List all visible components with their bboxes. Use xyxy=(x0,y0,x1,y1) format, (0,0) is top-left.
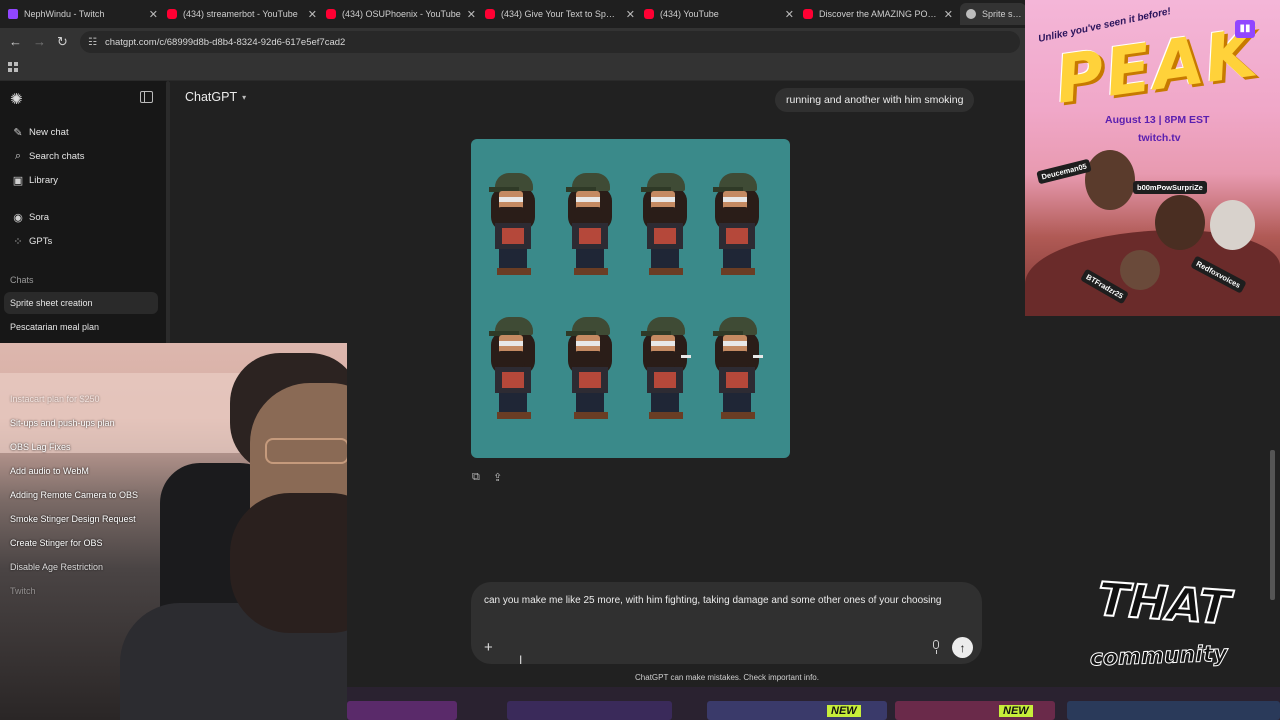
sprite-frame xyxy=(562,317,618,421)
sprite-frame xyxy=(637,317,693,421)
model-picker[interactable]: ChatGPT ▾ xyxy=(185,90,246,104)
search-icon: ⌕ xyxy=(14,149,22,162)
twitch-icon xyxy=(8,9,18,19)
composer-input[interactable]: can you make me like 25 more, with him f… xyxy=(484,593,954,609)
close-tab-icon[interactable]: ✕ xyxy=(467,8,476,21)
sprite-frame xyxy=(562,173,618,277)
sprite-frame xyxy=(709,173,765,277)
chat-item-situps[interactable]: Sit-ups and push-ups plan xyxy=(10,418,115,428)
new-badge: NEW xyxy=(827,705,861,717)
new-chat-button[interactable]: ✎ New chat xyxy=(6,121,156,143)
send-button[interactable]: ↑ xyxy=(952,637,973,658)
copy-icon[interactable]: ⧉ xyxy=(472,471,480,484)
back-icon[interactable]: ← xyxy=(9,34,22,49)
close-tab-icon[interactable]: ✕ xyxy=(785,8,794,21)
microphone-icon[interactable] xyxy=(930,640,942,654)
sprite-frame xyxy=(485,173,541,277)
banner-card xyxy=(347,701,457,720)
browser-tab[interactable]: Discover the AMAZING POWER ✕ xyxy=(803,3,953,25)
sora-button[interactable]: ◉ Sora xyxy=(6,206,156,228)
close-tab-icon[interactable]: ✕ xyxy=(308,8,317,21)
peak-site: twitch.tv xyxy=(1138,132,1181,144)
youtube-icon xyxy=(485,9,495,19)
peak-character xyxy=(1120,250,1160,290)
chat-item-twitch[interactable]: Twitch xyxy=(10,586,36,596)
youtube-icon xyxy=(167,9,177,19)
bottom-banner-strip: NEW NEW xyxy=(347,687,1280,720)
youtube-icon xyxy=(326,9,336,19)
sidebar-toggle-icon[interactable] xyxy=(140,91,153,103)
peak-event-overlay: Unlike you've seen it before! PEAK ▮▮ Au… xyxy=(1025,0,1280,316)
chats-section-label: Chats xyxy=(10,275,34,285)
main-scrollbar[interactable] xyxy=(1270,450,1275,600)
peak-date: August 13 | 8PM EST xyxy=(1105,114,1210,126)
library-button[interactable]: ▣ Library xyxy=(6,169,156,191)
forward-icon[interactable]: → xyxy=(33,34,46,49)
url-field[interactable]: ☷ chatgpt.com/c/68999d8b-d8b4-8324-92d6-… xyxy=(80,31,1020,53)
generated-sprite-sheet-image[interactable] xyxy=(471,139,790,458)
sora-icon: ◉ xyxy=(13,211,23,224)
chat-item-obs-lag[interactable]: OBS Lag Fixes xyxy=(10,442,71,452)
browser-tab[interactable]: (434) OSUPhoenix - YouTube ✕ xyxy=(326,3,476,25)
browser-tab[interactable]: NephWindu - Twitch ✕ xyxy=(8,3,158,25)
twitch-logo-icon: ▮▮ xyxy=(1235,20,1255,38)
chat-item-smoke-stinger[interactable]: Smoke Stinger Design Request xyxy=(10,514,136,524)
youtube-icon xyxy=(803,9,813,19)
chat-item-instacart[interactable]: Instacart plan for $250 xyxy=(10,394,100,404)
chevron-down-icon: ▾ xyxy=(242,92,247,102)
banner-card xyxy=(1067,701,1280,720)
edit-icon: ✎ xyxy=(13,126,23,139)
chat-item-age-restriction[interactable]: Disable Age Restriction xyxy=(10,562,103,572)
youtube-icon xyxy=(644,9,654,19)
banner-card xyxy=(507,701,672,720)
chatgpt-icon xyxy=(966,9,976,19)
peak-name-tag: b00mPowSurpriZe xyxy=(1133,181,1207,194)
browser-tab-active[interactable]: Sprite sheet xyxy=(960,3,1026,25)
share-icon[interactable]: ⇪ xyxy=(493,471,502,484)
close-tab-icon[interactable]: ✕ xyxy=(626,8,635,21)
gpts-grid-icon: ⁘ xyxy=(13,235,23,248)
chat-item-sprite-sheet[interactable]: Sprite sheet creation xyxy=(4,292,158,314)
browser-tab[interactable]: (434) YouTube ✕ xyxy=(644,3,794,25)
disclaimer-text: ChatGPT can make mistakes. Check importa… xyxy=(635,673,819,682)
sprite-frame xyxy=(709,317,765,421)
message-composer[interactable]: can you make me like 25 more, with him f… xyxy=(471,582,982,664)
library-icon: ▣ xyxy=(12,174,24,187)
reload-icon[interactable]: ↻ xyxy=(57,34,68,50)
webcam-overlay: Instacart plan for $250 Sit-ups and push… xyxy=(0,343,347,720)
browser-tab[interactable]: (434) streamerbot - YouTube ✕ xyxy=(167,3,317,25)
chat-item-create-stinger[interactable]: Create Stinger for OBS xyxy=(10,538,103,548)
close-tab-icon[interactable]: ✕ xyxy=(944,8,953,21)
apps-grid-icon[interactable] xyxy=(8,62,18,72)
sidebar-header: ✺ xyxy=(0,81,170,115)
openai-logo-icon[interactable]: ✺ xyxy=(10,90,23,108)
sprite-frame xyxy=(637,173,693,277)
search-chats-button[interactable]: ⌕ Search chats xyxy=(6,145,156,167)
user-message-bubble: running and another with him smoking xyxy=(775,88,975,112)
gpts-button[interactable]: ⁘ GPTs xyxy=(6,230,156,252)
peak-character xyxy=(1210,200,1255,250)
chat-item-remote-camera[interactable]: Adding Remote Camera to OBS xyxy=(10,490,138,500)
new-badge: NEW xyxy=(999,705,1033,717)
peak-character xyxy=(1085,150,1135,210)
browser-tab[interactable]: (434) Give Your Text to Speech ✕ xyxy=(485,3,635,25)
attach-plus-icon[interactable]: + xyxy=(484,639,493,656)
chat-item-webm[interactable]: Add audio to WebM xyxy=(10,466,89,476)
sidebar-chats-behind-webcam: Instacart plan for $250 Sit-ups and push… xyxy=(0,343,347,720)
text-cursor-icon: I xyxy=(519,653,523,667)
close-tab-icon[interactable]: ✕ xyxy=(149,8,158,21)
sprite-frame xyxy=(485,317,541,421)
chat-item-pescatarian[interactable]: Pescatarian meal plan xyxy=(4,316,158,338)
peak-character xyxy=(1155,195,1205,250)
site-info-icon[interactable]: ☷ xyxy=(88,37,97,48)
peak-name-tag: Deuceman05 xyxy=(1036,158,1093,185)
